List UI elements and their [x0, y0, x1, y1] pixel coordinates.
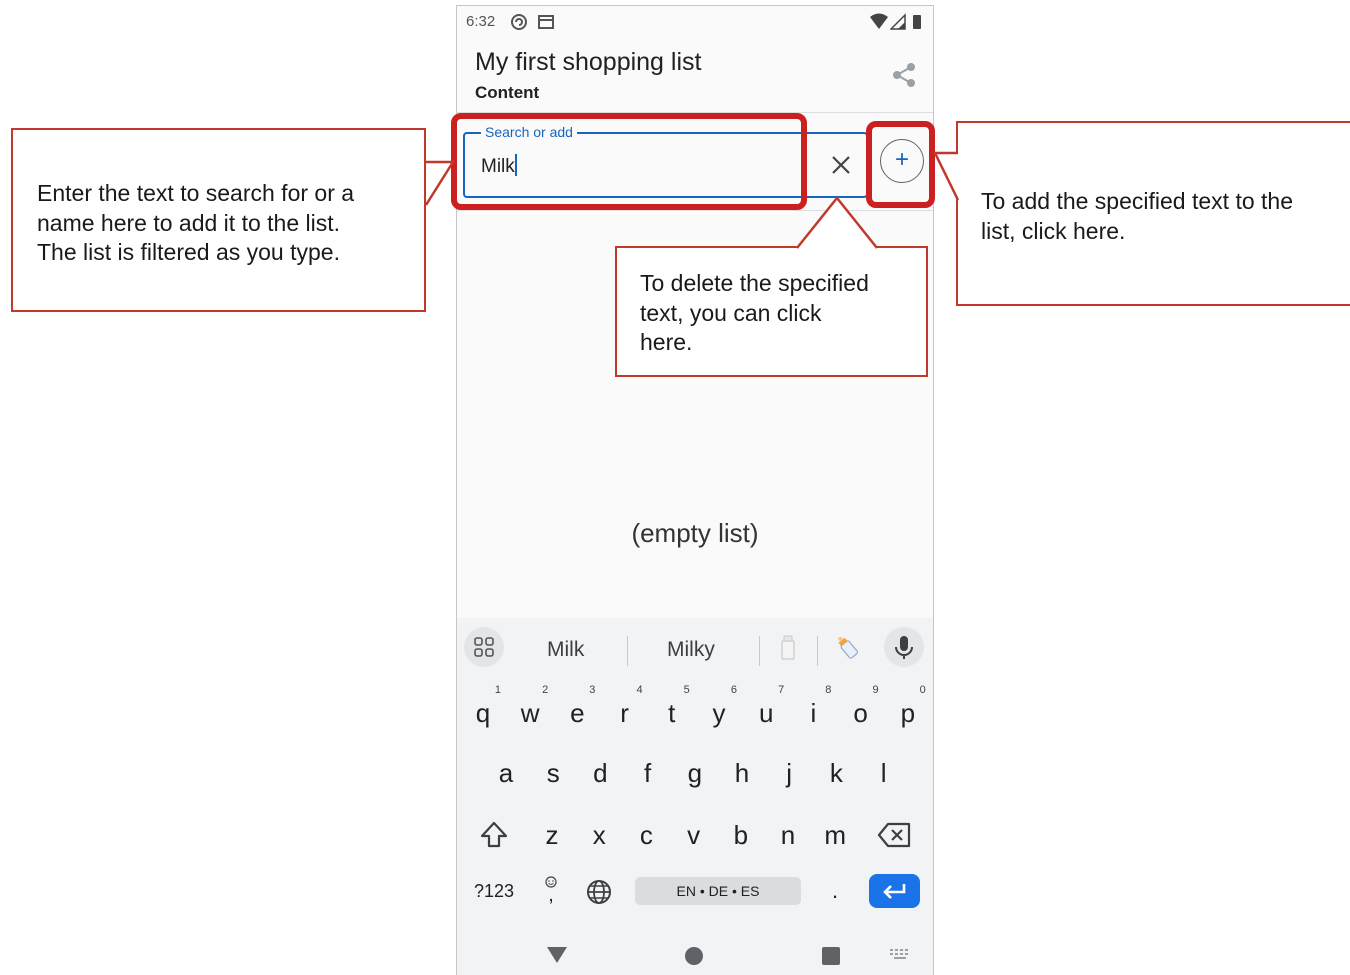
callout-pointers — [424, 151, 960, 249]
